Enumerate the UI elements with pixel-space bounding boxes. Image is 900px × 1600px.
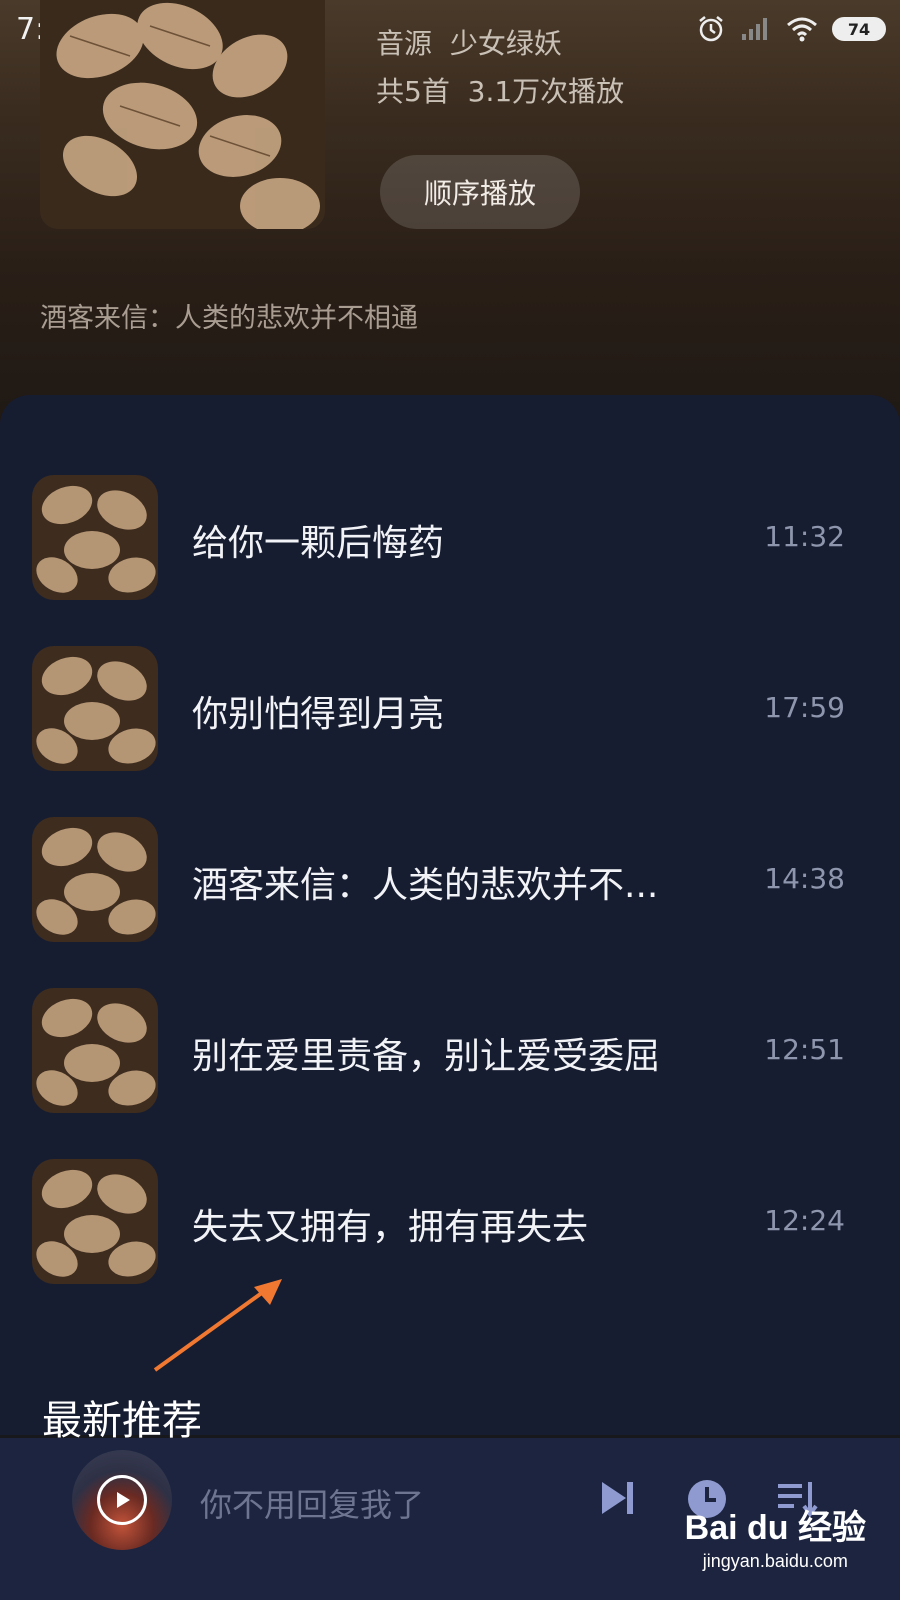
- song-title: 你别怕得到月亮: [192, 694, 445, 735]
- song-title: 失去又拥有，拥有再失去: [192, 1207, 589, 1248]
- player-cover[interactable]: [72, 1450, 172, 1550]
- battery-indicator: 74: [832, 17, 886, 41]
- album-description: 酒客来信：人类的悲欢并不相通: [40, 303, 418, 334]
- play-icon: [117, 1492, 130, 1508]
- song-row[interactable]: 别在爱里责备，别让爱受委屈 12:51: [0, 983, 900, 1113]
- alarm-icon: [699, 16, 723, 42]
- skip-next-icon[interactable]: [598, 1478, 638, 1518]
- song-title: 酒客来信：人类的悲欢并不...: [192, 865, 659, 906]
- signal-icon: [742, 18, 767, 40]
- song-title: 别在爱里责备，别让爱受委屈: [192, 1036, 661, 1077]
- wifi-icon: [787, 17, 817, 42]
- album-source: 音源 少女绿妖: [376, 27, 562, 60]
- song-duration: 12:51: [764, 1033, 845, 1066]
- song-row[interactable]: 酒客来信：人类的悲欢并不... 14:38: [0, 812, 900, 942]
- song-duration: 12:24: [764, 1204, 845, 1237]
- song-thumbnail: [32, 988, 158, 1113]
- song-duration: 11:32: [764, 520, 845, 553]
- song-title: 给你一颗后悔药: [192, 523, 445, 564]
- song-thumbnail: [32, 646, 158, 771]
- song-duration: 14:38: [764, 862, 845, 895]
- album-cover[interactable]: [40, 0, 325, 229]
- watermark-url: jingyan.baidu.com: [702, 1551, 848, 1571]
- song-duration: 17:59: [764, 691, 845, 724]
- song-thumbnail: [32, 817, 158, 942]
- watermark-logo: Bai du 经验: [684, 1509, 866, 1547]
- song-thumbnail: [32, 1159, 158, 1284]
- status-icons: 74: [696, 14, 886, 44]
- now-playing-title: 你不用回复我了: [200, 1486, 425, 1524]
- album-stats: 共5首 3.1万次播放: [376, 75, 625, 108]
- song-list: 给你一颗后悔药 11:32 你别怕得到月亮 17:59 酒客来信：人类的悲欢并不…: [0, 395, 900, 1435]
- song-row[interactable]: 给你一颗后悔药 11:32: [0, 470, 900, 600]
- baidu-watermark: Bai du 经验 jingyan.baidu.com: [685, 1500, 866, 1572]
- annotation-arrow-icon: [153, 1279, 282, 1372]
- song-thumbnail: [32, 475, 158, 600]
- song-row[interactable]: 你别怕得到月亮 17:59: [0, 641, 900, 771]
- play-button[interactable]: [97, 1475, 147, 1525]
- song-row[interactable]: 失去又拥有，拥有再失去 12:24: [0, 1154, 900, 1284]
- play-order-button[interactable]: 顺序播放: [380, 155, 580, 229]
